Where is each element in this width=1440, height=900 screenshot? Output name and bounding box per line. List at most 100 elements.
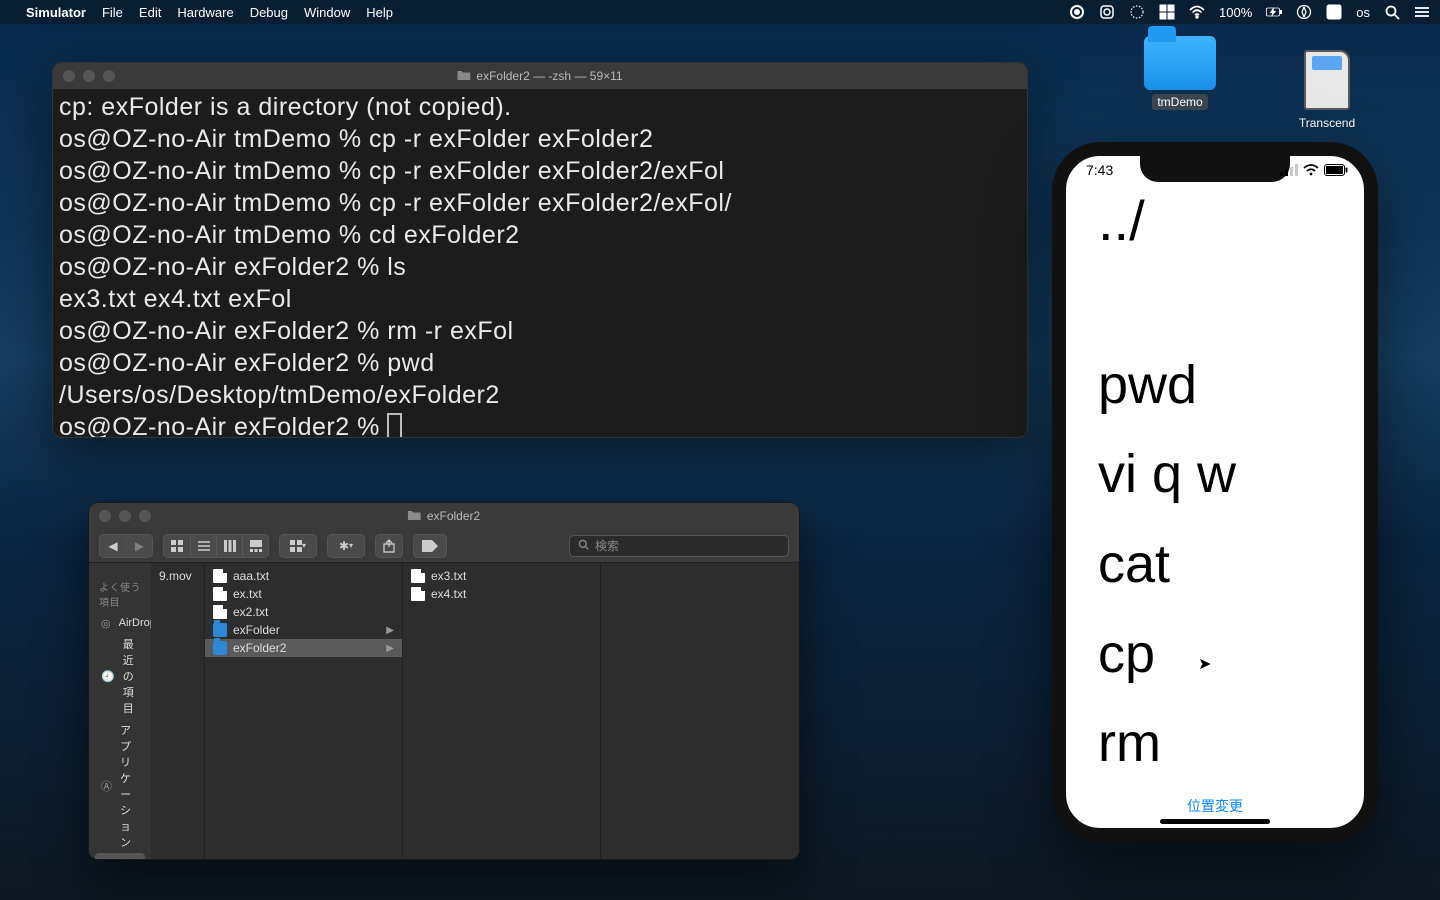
view-gallery-button[interactable] [242, 535, 268, 557]
desktop-volume-label: Transcend [1299, 116, 1355, 130]
sim-item-rm[interactable]: rm [1098, 699, 1350, 782]
share-button[interactable] [376, 535, 402, 557]
list-item[interactable]: ex2.txt [205, 603, 402, 621]
menu-edit[interactable]: Edit [139, 5, 161, 20]
terminal-cursor [387, 413, 402, 438]
document-icon [411, 587, 425, 601]
back-button[interactable]: ◀ [100, 535, 126, 557]
sidebar-item-recent[interactable]: 🕘最近の項目 [95, 633, 145, 719]
menubar-user[interactable]: os [1356, 5, 1370, 20]
action-button[interactable]: ✱ ▾ [328, 535, 364, 557]
sd-card-icon [1304, 50, 1350, 110]
sim-clock: 7:43 [1086, 162, 1113, 178]
sim-item-cat[interactable]: cat [1098, 520, 1350, 610]
input-source-icon[interactable]: A [1326, 4, 1342, 20]
zoom-icon[interactable] [139, 510, 151, 522]
list-item[interactable]: exFolder▶ [205, 621, 402, 639]
sim-status-icons [1280, 164, 1348, 176]
sidebar-item-airdrop[interactable]: ◎AirDrop [95, 613, 145, 633]
grid-icon[interactable] [1159, 4, 1175, 20]
menubar-app[interactable]: Simulator [26, 5, 86, 20]
compass-icon[interactable] [1296, 4, 1312, 20]
close-icon[interactable] [99, 510, 111, 522]
sidebar-item-applications[interactable]: Ⓐアプリケーション [95, 719, 145, 853]
terminal-window[interactable]: exFolder2 — -zsh — 59×11 cp: exFolder is… [52, 62, 1028, 438]
finder-toolbar: ◀ ▶ ▾ ✱ ▾ 検索 [89, 529, 799, 563]
sim-footer-link[interactable]: 位置変更 [1066, 796, 1364, 816]
view-mode-buttons [163, 534, 269, 558]
sim-parent-dir[interactable]: ../ [1098, 192, 1350, 251]
record-icon[interactable] [1069, 4, 1085, 20]
sim-item-pwd[interactable]: pwd [1098, 341, 1350, 431]
finder-titlebar[interactable]: exFolder2 [89, 503, 799, 529]
desktop-volume-transcend[interactable]: Transcend [1282, 50, 1372, 130]
iphone-notch [1140, 154, 1290, 182]
sidebar-head-favorites: よく使う項目 [99, 579, 141, 609]
folder-icon [408, 509, 421, 523]
wifi-icon[interactable] [1189, 4, 1205, 20]
desktop-folder-label: tmDemo [1152, 94, 1207, 110]
group-by-button[interactable]: ▾ [280, 535, 316, 557]
window-controls[interactable] [89, 510, 151, 522]
minimize-icon[interactable] [83, 70, 95, 82]
applications-icon: Ⓐ [101, 779, 112, 793]
terminal-body[interactable]: cp: exFolder is a directory (not copied)… [53, 89, 1027, 438]
nav-buttons: ◀ ▶ [99, 534, 153, 558]
chevron-right-icon: ▶ [386, 625, 394, 636]
sim-item-cp[interactable]: cp [1098, 610, 1350, 700]
list-item[interactable]: ex.txt [205, 585, 402, 603]
wifi-icon [1303, 164, 1319, 176]
terminal-titlebar[interactable]: exFolder2 — -zsh — 59×11 [53, 63, 1027, 89]
close-icon[interactable] [63, 70, 75, 82]
recent-icon: 🕘 [101, 669, 115, 683]
cellular-icon [1280, 164, 1298, 176]
spotlight-icon[interactable] [1384, 4, 1400, 20]
forward-button[interactable]: ▶ [126, 535, 152, 557]
menu-hardware[interactable]: Hardware [177, 5, 233, 20]
home-indicator[interactable] [1160, 819, 1270, 824]
list-item[interactable]: aaa.txt [205, 567, 402, 585]
sidebar-item-desktop[interactable]: ▭デスクトップ [95, 853, 145, 859]
sim-item-vi[interactable]: vi q w [1098, 430, 1350, 520]
finder-column-3[interactable] [601, 563, 799, 859]
minimize-icon[interactable] [119, 510, 131, 522]
search-field[interactable]: 検索 [569, 535, 789, 557]
menu-window[interactable]: Window [304, 5, 350, 20]
tags-button[interactable] [414, 535, 446, 557]
finder-title: exFolder2 [427, 509, 480, 523]
finder-column-2[interactable]: ex3.txt ex4.txt [403, 563, 601, 859]
shape-icon[interactable] [1129, 4, 1145, 20]
terminal-title: exFolder2 — -zsh — 59×11 [476, 69, 622, 83]
list-item[interactable]: 9.mov [151, 567, 204, 585]
finder-sidebar: よく使う項目 ◎AirDrop 🕘最近の項目 Ⓐアプリケーション ▭デスクトップ… [89, 563, 151, 859]
finder-window[interactable]: exFolder2 ◀ ▶ ▾ ✱ ▾ 検索 よく使う項目 ◎AirDrop [88, 502, 800, 860]
desktop-folder-tmdemo[interactable]: tmDemo [1135, 36, 1225, 110]
loop-icon[interactable] [1099, 4, 1115, 20]
mouse-cursor: ➤ [1198, 654, 1211, 674]
svg-text:A: A [1331, 7, 1339, 19]
view-list-button[interactable] [190, 535, 216, 557]
finder-columns: 9.mov aaa.txt ex.txt ex2.txt exFolder▶ e… [151, 563, 799, 859]
sim-screen[interactable]: ../ pwd vi q w cat cp rm [1080, 192, 1350, 782]
folder-icon [213, 623, 227, 637]
view-column-button[interactable] [216, 535, 242, 557]
battery-icon[interactable] [1266, 4, 1282, 20]
list-item[interactable]: ex3.txt [403, 567, 600, 585]
control-center-icon[interactable] [1414, 4, 1430, 20]
finder-column-0[interactable]: 9.mov [151, 563, 205, 859]
battery-icon [1324, 164, 1348, 176]
menu-file[interactable]: File [102, 5, 123, 20]
view-icon-button[interactable] [164, 535, 190, 557]
menu-debug[interactable]: Debug [250, 5, 288, 20]
finder-column-1[interactable]: aaa.txt ex.txt ex2.txt exFolder▶ exFolde… [205, 563, 403, 859]
search-icon [578, 539, 589, 553]
menu-help[interactable]: Help [366, 5, 393, 20]
list-item[interactable]: exFolder2▶ [205, 639, 402, 657]
window-controls[interactable] [53, 70, 115, 82]
folder-icon [457, 69, 470, 83]
iphone-simulator[interactable]: 7:43 ../ pwd vi q w cat cp rm 位置変更 ➤ [1052, 142, 1378, 842]
list-item[interactable]: ex4.txt [403, 585, 600, 603]
menubar: Simulator File Edit Hardware Debug Windo… [0, 0, 1440, 24]
document-icon [213, 587, 227, 601]
zoom-icon[interactable] [103, 70, 115, 82]
